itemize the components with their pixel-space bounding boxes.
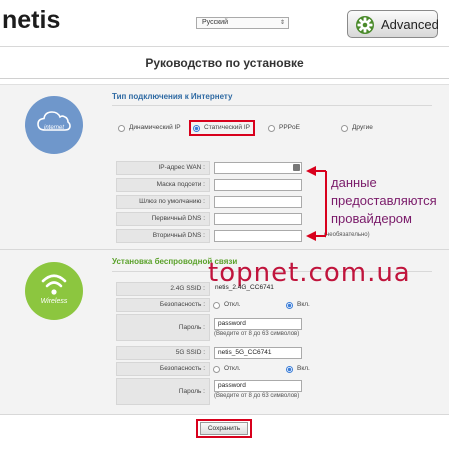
annotation-line-1: данные (331, 175, 377, 190)
security-24g-label: Безопасность : (116, 298, 210, 312)
radio-pppoe[interactable] (268, 125, 275, 132)
highlight-save-button (196, 419, 252, 438)
label-dynamic-ip: Динамический IP (129, 124, 181, 131)
internet-badge: internet (25, 96, 83, 154)
arrow-left-icon (306, 166, 316, 176)
password-5g-label: Пароль : (116, 378, 210, 405)
password-24g-hint: (Введите от 8 до 63 символов) (214, 331, 300, 337)
radio-security-5g-on[interactable] (286, 366, 293, 373)
wan-ip-label: IP-адрес WAN : (116, 161, 210, 175)
secondary-dns-label: Вторичный DNS : (116, 229, 210, 243)
subnet-mask-input[interactable] (214, 179, 302, 191)
ssid-24g-label: 2.4G SSID : (116, 282, 210, 296)
password-5g-hint: (Введите от 8 до 63 символов) (214, 393, 300, 399)
advanced-label: Advanced (381, 17, 439, 32)
arrow-shaft-top (316, 170, 326, 172)
key-icon (293, 164, 300, 171)
label-other: Другие (352, 124, 373, 131)
highlight-static-ip (189, 120, 255, 136)
footer-divider (0, 414, 449, 415)
security-5g-on-label: Вкл. (297, 365, 310, 372)
subnet-mask-label: Маска подсети : (116, 178, 210, 192)
label-pppoe: PPPoE (279, 124, 300, 131)
password-5g-input[interactable]: password (214, 380, 302, 392)
ssid-24g-input[interactable]: netis_2.4G_CC6741 (212, 283, 304, 295)
radio-security-24g-off[interactable] (213, 302, 220, 309)
security-5g-off-label: Откл. (224, 365, 241, 372)
language-value: Русский (202, 19, 228, 26)
wan-ip-input[interactable] (214, 162, 302, 174)
advanced-button[interactable]: Advanced (347, 10, 439, 38)
annotation-bracket (325, 171, 327, 235)
secondary-dns-input[interactable] (214, 230, 302, 242)
netis-logo: netis (2, 6, 61, 34)
radio-security-5g-off[interactable] (213, 366, 220, 373)
gateway-input[interactable] (214, 196, 302, 208)
internet-badge-label: internet (43, 125, 64, 131)
password-24g-label: Пароль : (116, 314, 210, 341)
header-divider (0, 46, 449, 47)
ssid-5g-input[interactable]: netis_5G_CC6741 (214, 347, 302, 359)
annotation-line-2: предоставляются (331, 193, 437, 208)
wifi-icon (41, 274, 67, 295)
radio-dynamic-ip[interactable] (118, 125, 125, 132)
security-24g-on-label: Вкл. (297, 301, 310, 308)
chevron-updown-icon: ⇕ (279, 20, 285, 26)
section-divider (0, 249, 449, 250)
arrow-left-icon (306, 231, 316, 241)
primary-dns-label: Первичный DNS : (116, 212, 210, 226)
password-24g-input[interactable]: password (214, 318, 302, 330)
wireless-badge-label: Wireless (40, 298, 68, 305)
radio-security-24g-on[interactable] (286, 302, 293, 309)
section-divider (112, 105, 432, 106)
gateway-label: Шлюз по умолчанию : (116, 195, 210, 209)
primary-dns-input[interactable] (214, 213, 302, 225)
radio-other[interactable] (341, 125, 348, 132)
gear-icon (356, 16, 374, 34)
security-5g-label: Безопасность : (116, 362, 210, 376)
language-select[interactable]: Русский ⇕ (196, 17, 289, 29)
security-24g-off-label: Откл. (224, 301, 241, 308)
wireless-badge: Wireless (25, 262, 83, 320)
page-title: Руководство по установке (145, 56, 304, 70)
arrow-shaft-bottom (316, 235, 326, 237)
connection-type-title: Тип подключения к Интернету (112, 92, 233, 101)
annotation-line-3: провайдером (331, 211, 412, 226)
ssid-5g-label: 5G SSID : (116, 346, 210, 360)
secondary-dns-hint: (необязательно) (324, 232, 370, 238)
title-divider (0, 78, 449, 79)
